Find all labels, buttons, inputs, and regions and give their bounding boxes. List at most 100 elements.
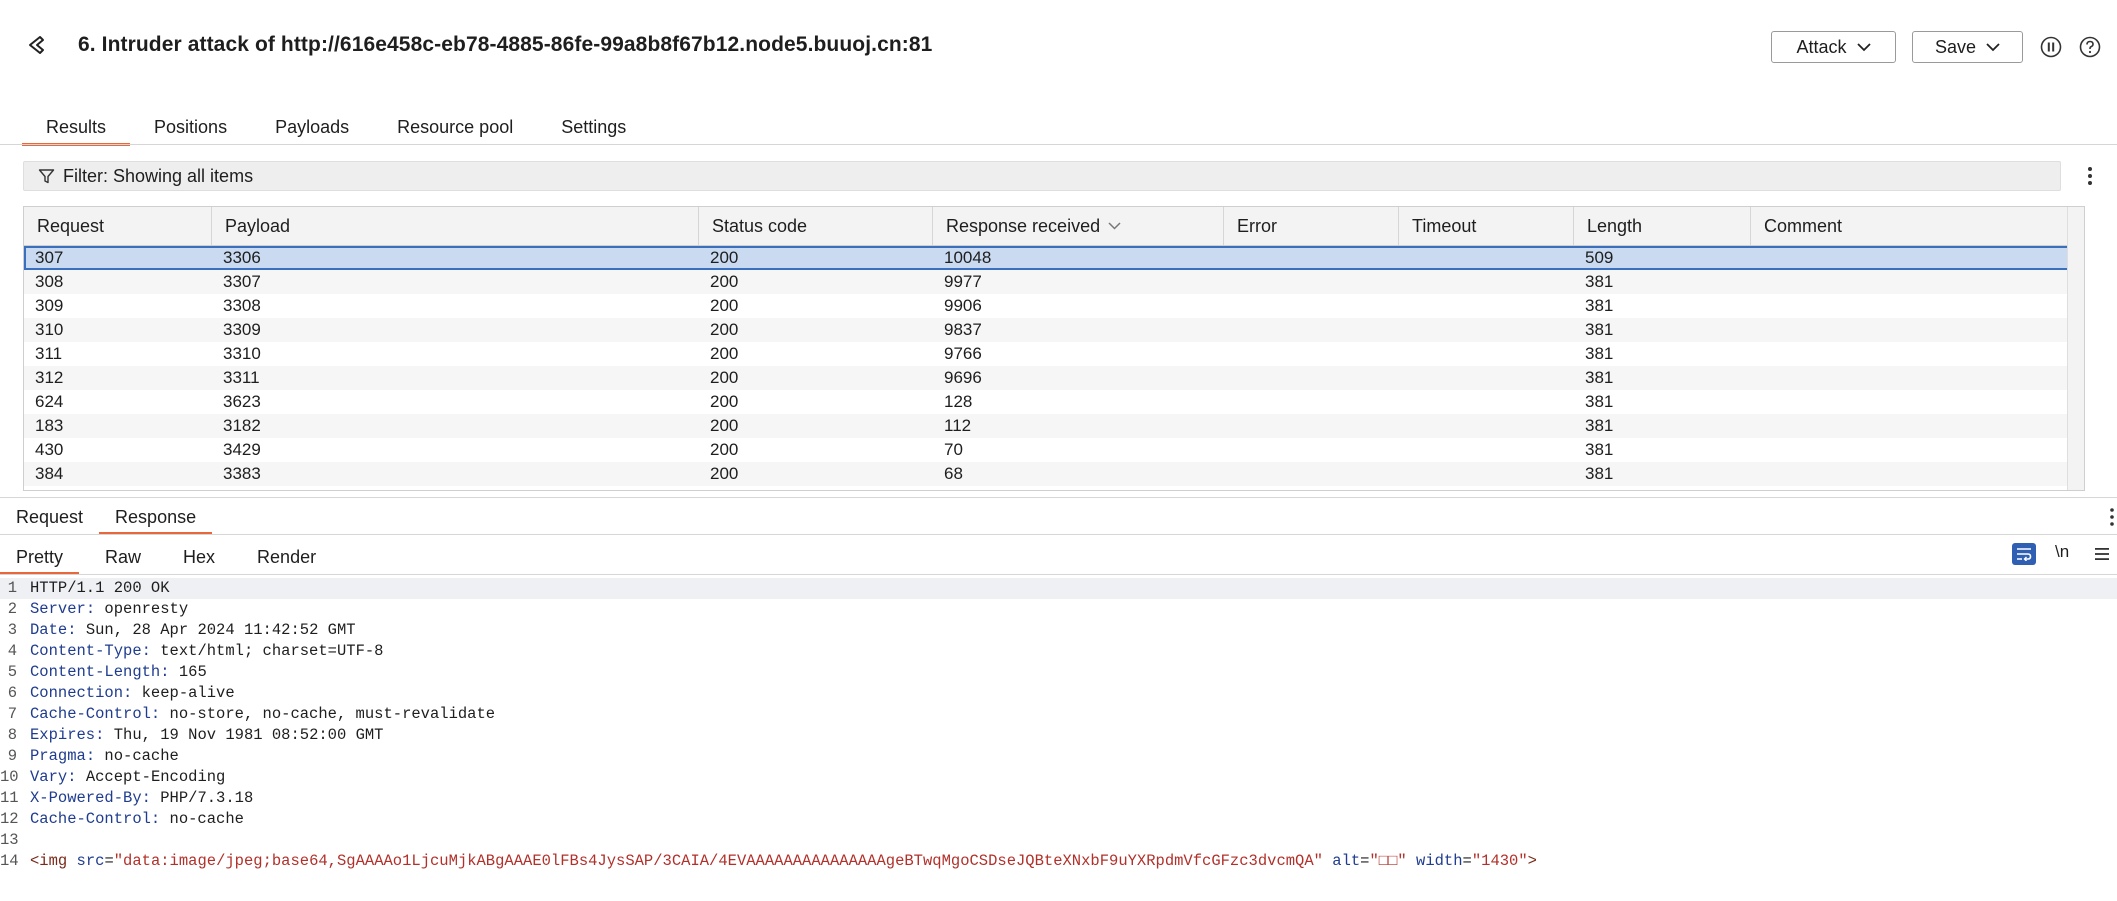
- save-button[interactable]: Save: [1912, 31, 2023, 63]
- table-scrollbar[interactable]: [2067, 207, 2084, 490]
- table-row[interactable]: 624 3623 200 128 381: [24, 390, 2084, 414]
- kebab-menu-icon[interactable]: [2107, 506, 2117, 528]
- cell-length: 381: [1585, 320, 1614, 339]
- cell-length: 381: [1585, 296, 1614, 315]
- word-wrap-button[interactable]: [2012, 543, 2036, 565]
- response-editor[interactable]: 1 HTTP/1.1 200 OK 2 Server: openresty 3 Date…: [0, 578, 2117, 872]
- column-header-error[interactable]: Error: [1224, 207, 1399, 245]
- attack-button[interactable]: Attack: [1771, 31, 1896, 63]
- cell-payload: 3309: [223, 320, 261, 339]
- tab-settings[interactable]: Settings: [537, 112, 650, 142]
- table-row[interactable]: 307 3306 200 10048 509: [24, 246, 2084, 270]
- header-name: Vary: [30, 768, 68, 786]
- table-body: 307 3306 200 10048 509 308 3307 200 9977 381 309 33…: [24, 246, 2084, 486]
- tab-hex[interactable]: Hex: [167, 543, 231, 571]
- cell-error: [1224, 318, 1399, 342]
- column-header-length[interactable]: Length: [1574, 207, 1751, 245]
- table-row[interactable]: 312 3311 200 9696 381: [24, 366, 2084, 390]
- help-icon[interactable]: [2079, 36, 2101, 58]
- cell-request: 384: [35, 464, 64, 483]
- save-button-label: Save: [1934, 36, 1977, 57]
- code-line: 7 Cache-Control: no-store, no-cache, must…: [0, 704, 2117, 725]
- cell-response-received: 9837: [944, 320, 982, 339]
- cell-request: 430: [35, 440, 64, 459]
- cell-comment: [1751, 318, 2084, 342]
- cell-length: 381: [1585, 272, 1614, 291]
- code-line: 13: [0, 830, 2117, 851]
- code-line: 10 Vary: Accept-Encoding: [0, 768, 226, 786]
- html-attr-src-value: "data:image/jpeg;base64,SgAAAAo1LjcuMjkA…: [113, 852, 1323, 870]
- cell-payload: 3383: [223, 464, 261, 483]
- table-row[interactable]: 384 3383 200 68 381: [24, 462, 2084, 486]
- header-value: openresty: [104, 600, 189, 618]
- tab-raw[interactable]: Raw: [89, 543, 157, 571]
- tab-request[interactable]: Request: [0, 503, 99, 531]
- html-attr-alt-value: "□□": [1369, 852, 1407, 870]
- tab-positions[interactable]: Positions: [130, 112, 251, 142]
- column-header-response-received[interactable]: Response received: [933, 207, 1224, 245]
- cell-request: 307: [35, 248, 64, 267]
- cell-length: 509: [1585, 248, 1614, 267]
- table-header: Request Payload Status code Response rec…: [24, 207, 2084, 246]
- tab-results[interactable]: Results: [22, 112, 131, 146]
- line-number: 13: [0, 831, 19, 849]
- table-row[interactable]: 308 3307 200 9977 381: [24, 270, 2084, 294]
- cell-error: [1224, 366, 1399, 390]
- pause-icon[interactable]: [2040, 36, 2062, 58]
- table-row[interactable]: 311 3310 200 9766 381: [24, 342, 2084, 366]
- cell-comment: [1751, 270, 2084, 294]
- cell-error: [1224, 270, 1399, 294]
- code-line: 5 Content-Length: 165: [0, 662, 2117, 683]
- column-header-response-received-label: Response received: [946, 216, 1101, 236]
- kebab-menu-icon[interactable]: [2083, 164, 2097, 188]
- cell-timeout: [1399, 318, 1574, 342]
- line-number: 10: [0, 768, 19, 786]
- menu-icon[interactable]: [2093, 545, 2111, 563]
- cell-comment: [1751, 390, 2084, 414]
- header-value: keep-alive: [141, 684, 235, 702]
- table-row[interactable]: 183 3182 200 112 381: [24, 414, 2084, 438]
- cell-comment: [1751, 462, 2084, 486]
- cell-payload: 3306: [223, 248, 261, 267]
- code-line: 12 Cache-Control: no-cache: [0, 810, 244, 828]
- attack-button-label: Attack: [1796, 36, 1847, 57]
- tabs-divider: [0, 534, 2117, 535]
- cell-error: [1224, 294, 1399, 318]
- column-header-request[interactable]: Request: [24, 207, 212, 245]
- header-value: 165: [178, 663, 207, 681]
- show-newlines-button[interactable]: \n: [2055, 542, 2069, 562]
- table-row[interactable]: 430 3429 200 70 381: [24, 438, 2084, 462]
- html-attr-width: width: [1416, 852, 1463, 870]
- cell-response-received: 68: [944, 464, 963, 483]
- cell-payload: 3308: [223, 296, 261, 315]
- tab-render[interactable]: Render: [241, 543, 332, 571]
- tab-pretty[interactable]: Pretty: [0, 543, 80, 575]
- header-name: Date: [30, 621, 68, 639]
- code-line: 2 Server: openresty: [0, 599, 2117, 620]
- cell-error: [1224, 342, 1399, 366]
- line-number: 8: [7, 726, 17, 744]
- cell-comment: [1751, 342, 2084, 366]
- line-number: 1: [7, 579, 17, 597]
- cell-response-received: 9977: [944, 272, 982, 291]
- cell-length: 381: [1585, 440, 1614, 459]
- tab-response[interactable]: Response: [99, 503, 213, 535]
- header-name: Expires: [30, 726, 96, 744]
- cell-request: 308: [35, 272, 64, 291]
- table-row[interactable]: 309 3308 200 9906 381: [24, 294, 2084, 318]
- header-name: Cache-Control: [30, 705, 151, 723]
- column-header-status-code[interactable]: Status code: [699, 207, 933, 245]
- column-header-payload[interactable]: Payload: [212, 207, 699, 245]
- cell-request: 624: [35, 392, 64, 411]
- tab-resource-pool[interactable]: Resource pool: [373, 112, 537, 142]
- tab-payloads[interactable]: Payloads: [251, 112, 373, 142]
- line-number: 12: [0, 810, 19, 828]
- view-tabs: Pretty Raw Hex Render: [0, 543, 342, 575]
- html-attr-alt: alt: [1332, 852, 1361, 870]
- back-button[interactable]: [20, 28, 54, 62]
- editor-divider: [0, 574, 2117, 575]
- column-header-timeout[interactable]: Timeout: [1399, 207, 1574, 245]
- table-row[interactable]: 310 3309 200 9837 381: [24, 318, 2084, 342]
- filter-bar[interactable]: Filter: Showing all items: [23, 161, 2061, 191]
- column-header-comment[interactable]: Comment: [1751, 207, 2084, 245]
